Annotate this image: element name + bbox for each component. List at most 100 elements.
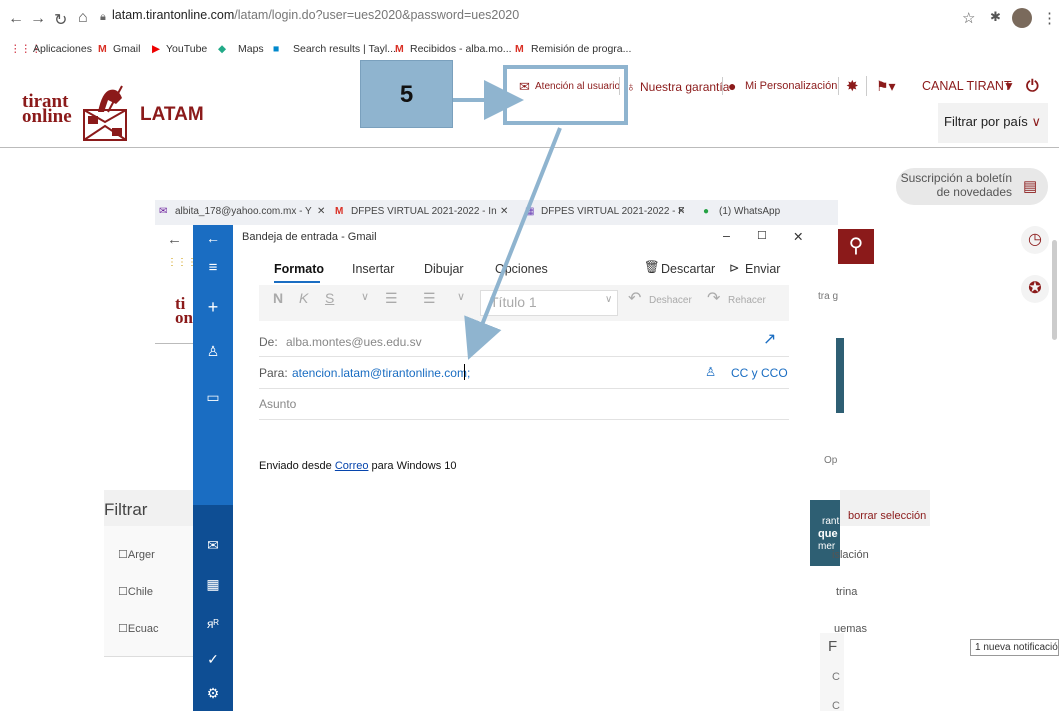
tab-formato[interactable]: Formato [274, 262, 324, 276]
logo-text[interactable]: tirant online [22, 92, 72, 126]
person-icon[interactable]: ♙ [705, 364, 716, 379]
bookmark-aplicaciones[interactable]: Aplicaciones [33, 43, 92, 55]
settings-icon[interactable]: ⚙ [193, 685, 233, 702]
avatar[interactable] [1012, 8, 1032, 28]
bg-logo-line2: on [175, 308, 193, 327]
folder-icon[interactable]: ▭ [193, 389, 233, 406]
bg-tab-yahoo[interactable]: albita_178@yahoo.com.mx - Y [175, 206, 312, 217]
new-mail-icon[interactable]: + [193, 297, 233, 318]
menu-icon[interactable]: ⋮ [1042, 9, 1057, 27]
chevron-down-icon[interactable]: ∨ [457, 290, 465, 303]
bullet-list-icon[interactable]: ☰ [385, 290, 398, 307]
address-bar[interactable]: latam.tirantonline.com/latam/login.do?us… [112, 8, 519, 22]
country-checkbox[interactable]: ☐Chile [118, 585, 153, 598]
scrollbar[interactable] [1052, 240, 1057, 340]
search-icon[interactable]: ⚲ [838, 229, 874, 264]
discard-button[interactable]: Descartar [661, 262, 715, 276]
chevron-down-icon[interactable]: ∨ [361, 290, 369, 303]
signature-link[interactable]: Correo [335, 460, 369, 472]
bg-text-fragment: C [832, 671, 840, 683]
mail-sidebar: ← ≡ + ♙ ▭ ✉ ▦ ᴙᴿ ✓ ⚙ [193, 225, 233, 711]
tab-opciones[interactable]: Opciones [495, 262, 548, 276]
country-label: Ecuac [127, 623, 159, 635]
bg-logo: ti on [175, 295, 193, 327]
bg-tab-dfpes2[interactable]: DFPES VIRTUAL 2021-2022 - F [541, 206, 684, 217]
close-icon[interactable]: ✕ [317, 206, 325, 217]
clock-icon[interactable]: ◷ [1021, 226, 1049, 254]
popout-icon[interactable]: ↗ [763, 329, 776, 349]
country-checkbox[interactable]: ☐Arger [118, 548, 155, 561]
nav-garantia[interactable]: Nuestra garantía [640, 80, 729, 94]
bg-tab-whatsapp[interactable]: (1) WhatsApp [719, 206, 780, 217]
bookmark-remision[interactable]: Remisión de progra... [531, 43, 631, 55]
bg-text-fragment: que [818, 528, 838, 540]
bg-text-fragment: trina [836, 586, 858, 598]
bookmark-gmail[interactable]: Gmail [113, 43, 140, 55]
underline-button[interactable]: S [325, 290, 334, 306]
bg-text-fragment: islación [832, 549, 869, 561]
header-divider [0, 147, 1059, 148]
bookmark-recibidos[interactable]: Recibidos - alba.mo... [410, 43, 512, 55]
back-icon[interactable]: ← [167, 231, 182, 248]
sidebar-bottom-panel [193, 505, 233, 711]
close-icon[interactable]: ✕ [677, 206, 685, 217]
signature: Enviado desde Correo para Windows 10 [259, 460, 457, 472]
power-icon[interactable]: ⏻ [1026, 78, 1039, 96]
cc-bcc-button[interactable]: CC y CCO [731, 366, 788, 380]
send-button[interactable]: Enviar [745, 262, 780, 276]
back-icon[interactable]: ← [193, 230, 233, 246]
bg-text-fragment: tra g [818, 291, 839, 302]
forward-icon[interactable]: → [30, 10, 46, 28]
filter-country-button[interactable]: Filtrar por país ∨ [938, 103, 1048, 143]
help-icon[interactable]: ✪ [1021, 275, 1049, 303]
bookmark-maps[interactable]: Maps [238, 43, 264, 55]
undo-label[interactable]: Deshacer [649, 295, 692, 306]
divider [259, 356, 789, 357]
url-path: /latam/login.do?user=ues2020&password=ue… [234, 8, 520, 22]
numbered-list-icon[interactable]: ☰ [423, 290, 436, 307]
redo-icon[interactable]: ↷ [707, 288, 720, 308]
italic-button[interactable]: K [299, 290, 308, 306]
url-domain: latam.tirantonline.com [112, 8, 235, 22]
bg-tab-dfpes1[interactable]: DFPES VIRTUAL 2021-2022 - In [351, 206, 497, 217]
people-icon[interactable]: ᴙᴿ [193, 617, 233, 631]
home-icon[interactable]: ⌂ [78, 9, 88, 27]
clear-selection-link[interactable]: borrar selección [848, 510, 926, 522]
from-field[interactable]: alba.montes@ues.edu.sv [286, 335, 422, 349]
tab-insertar[interactable]: Insertar [352, 262, 394, 276]
window-title: Bandeja de entrada - Gmail [242, 231, 377, 243]
to-field[interactable]: atencion.latam@tirantonline.com; [292, 366, 470, 380]
mail-icon[interactable]: ✉ [193, 537, 233, 554]
close-icon[interactable]: ✕ [793, 229, 803, 244]
star-icon[interactable]: ☆ [962, 9, 975, 27]
divider [259, 419, 789, 420]
notification-toast[interactable]: 1 nueva notificación [970, 639, 1059, 656]
bold-button[interactable]: N [273, 290, 283, 306]
divider [259, 388, 789, 389]
back-icon[interactable]: ← [8, 10, 24, 28]
account-icon[interactable]: ♙ [193, 343, 233, 360]
divider [722, 77, 723, 95]
gear-icon[interactable]: ✸ [846, 77, 859, 95]
todo-icon[interactable]: ✓ [193, 651, 233, 668]
bookmarks-bar: ⋮⋮⋮ Aplicaciones M Gmail ▶ YouTube ◆ Map… [0, 40, 1059, 62]
maximize-icon[interactable]: ☐ [757, 229, 767, 242]
extensions-icon[interactable]: ✱ [990, 9, 1001, 25]
close-icon[interactable]: ✕ [500, 206, 508, 217]
hamburger-icon[interactable]: ≡ [193, 259, 233, 276]
bookmark-youtube[interactable]: YouTube [166, 43, 207, 55]
bookmark-search[interactable]: Search results | Tayl... [293, 43, 396, 55]
mail-compose-window: Bandeja de entrada - Gmail – ☐ ✕ Formato… [233, 225, 810, 711]
country-checkbox[interactable]: ☐Ecuac [118, 622, 158, 635]
reload-icon[interactable]: ↻ [54, 10, 67, 30]
tab-dibujar[interactable]: Dibujar [424, 262, 464, 276]
from-label: De: [259, 335, 278, 349]
nav-personalizacion[interactable]: Mi Personalización [745, 80, 837, 92]
redo-label[interactable]: Rehacer [728, 295, 766, 306]
flag-icon[interactable]: ⚑▾ [876, 78, 896, 95]
calendar-icon[interactable]: ▦ [193, 576, 233, 593]
undo-icon[interactable]: ↶ [628, 288, 641, 308]
subject-field[interactable]: Asunto [259, 397, 296, 411]
nav-canal-tirant[interactable]: CANAL TIRANT [922, 79, 1012, 93]
minimize-icon[interactable]: – [723, 229, 730, 243]
